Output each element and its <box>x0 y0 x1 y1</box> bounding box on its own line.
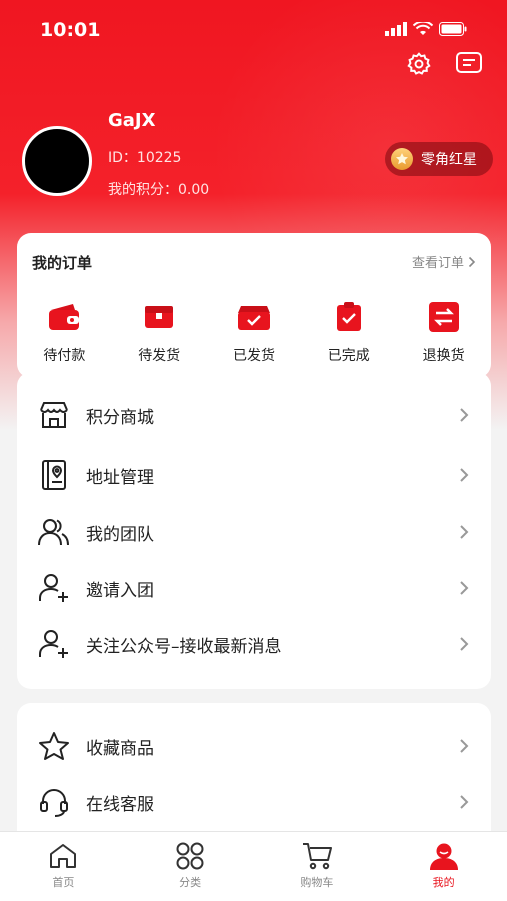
status-icons <box>385 22 467 36</box>
chevron-right-icon <box>460 637 469 651</box>
tab-home[interactable]: 首页 <box>0 832 127 901</box>
order-item-label: 退换货 <box>422 348 465 364</box>
menu-label: 在线客服 <box>86 794 154 815</box>
chevron-right-icon <box>460 408 469 422</box>
order-item-label: 待发货 <box>138 348 181 364</box>
menu-online-support[interactable]: 在线客服 <box>17 774 491 830</box>
star-icon <box>36 728 72 764</box>
order-returns[interactable]: 退换货 <box>396 299 491 365</box>
tab-cart[interactable]: 购物车 <box>254 832 381 901</box>
tab-mine[interactable]: 我的 <box>380 832 507 901</box>
avatar[interactable] <box>22 126 92 196</box>
shipped-box-icon <box>236 299 272 335</box>
menu-label: 我的团队 <box>86 524 154 545</box>
team-icon <box>36 514 72 550</box>
menu-label: 收藏商品 <box>86 738 154 759</box>
menu-label: 积分商城 <box>86 407 154 428</box>
order-completed[interactable]: 已完成 <box>301 299 396 365</box>
username: GaJX <box>108 110 156 131</box>
message-icon <box>456 52 482 73</box>
chevron-right-icon <box>468 256 476 267</box>
user-points: 我的积分：0.00 <box>108 182 210 198</box>
status-time: 10:01 <box>40 19 101 41</box>
chevron-right-icon <box>460 795 469 809</box>
battery-icon <box>439 22 467 36</box>
tab-label: 我的 <box>432 876 455 889</box>
menu-favorites[interactable]: 收藏商品 <box>17 718 491 774</box>
tab-category[interactable]: 分类 <box>127 832 254 901</box>
tab-label: 首页 <box>52 876 75 889</box>
orders-title: 我的订单 <box>32 254 93 272</box>
medal-icon <box>391 148 413 170</box>
signal-icon <box>385 22 407 36</box>
bottom-tab-bar: 首页 分类 购物车 我的 <box>0 831 507 901</box>
chevron-right-icon <box>460 468 469 482</box>
chevron-right-icon <box>460 581 469 595</box>
order-pending-payment[interactable]: 待付款 <box>17 299 112 365</box>
order-item-label: 已完成 <box>327 348 370 364</box>
package-icon <box>141 299 177 335</box>
order-shipped[interactable]: 已发货 <box>207 299 302 365</box>
order-pending-shipment[interactable]: 待发货 <box>112 299 207 365</box>
menu-invite-to-team[interactable]: 邀请入团 <box>17 560 491 616</box>
order-status-row: 待付款 待发货 已发货 已完成 退换货 <box>17 299 491 365</box>
wallet-icon <box>46 299 82 335</box>
store-icon <box>36 397 72 433</box>
category-icon <box>173 840 207 872</box>
chevron-right-icon <box>460 739 469 753</box>
menu-label: 邀请入团 <box>86 580 154 601</box>
tab-label: 分类 <box>179 876 202 889</box>
header-actions <box>403 48 485 80</box>
menu-label: 关注公众号–接收最新消息 <box>86 636 282 657</box>
gear-icon <box>407 52 431 75</box>
order-item-label: 已发货 <box>232 348 275 364</box>
level-badge[interactable]: 零角红星 <box>385 142 493 176</box>
chevron-right-icon <box>460 525 469 539</box>
order-item-label: 待付款 <box>43 348 86 364</box>
tab-label: 购物车 <box>300 876 334 889</box>
view-orders-link[interactable]: 查看订单 <box>412 252 476 271</box>
cart-icon <box>300 840 334 872</box>
messages-button[interactable] <box>453 48 485 80</box>
user-id: ID：10225 <box>108 150 182 166</box>
add-user-icon <box>36 570 72 606</box>
level-badge-label: 零角红星 <box>421 152 477 168</box>
profile-icon <box>427 840 461 872</box>
address-book-icon <box>36 457 72 493</box>
orders-card: 我的订单 查看订单 待付款 待发货 已发货 已完成 退换货 <box>17 233 491 378</box>
menu-address-management[interactable]: 地址管理 <box>17 447 491 503</box>
headset-icon <box>36 784 72 820</box>
add-user-icon <box>36 626 72 662</box>
menu-points-mall[interactable]: 积分商城 <box>17 387 491 443</box>
clipboard-check-icon <box>331 299 367 335</box>
menu-label: 地址管理 <box>86 467 154 488</box>
settings-button[interactable] <box>403 48 435 80</box>
exchange-icon <box>426 299 462 335</box>
primary-menu: 积分商城 地址管理 我的团队 邀请入团 关注公众号–接收最新消息 <box>17 372 491 689</box>
home-icon <box>46 840 80 872</box>
menu-follow-official-account[interactable]: 关注公众号–接收最新消息 <box>17 616 491 672</box>
menu-my-team[interactable]: 我的团队 <box>17 504 491 560</box>
wifi-icon <box>413 22 433 35</box>
view-orders-label: 查看订单 <box>411 256 464 271</box>
